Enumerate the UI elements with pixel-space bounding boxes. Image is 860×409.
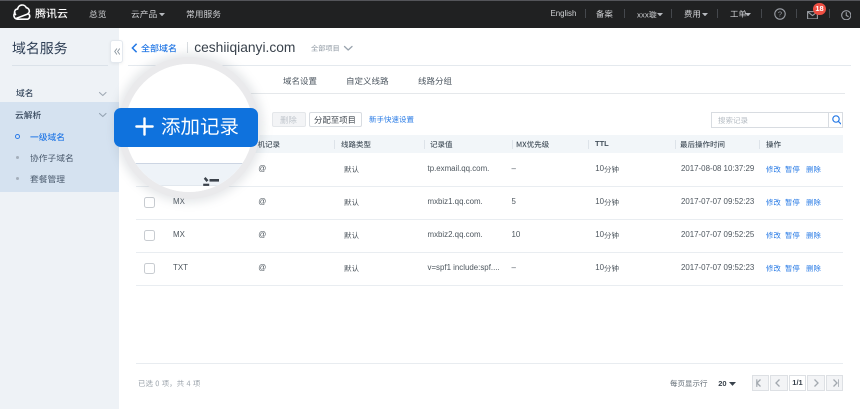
svg-text:?: ? xyxy=(777,9,781,18)
